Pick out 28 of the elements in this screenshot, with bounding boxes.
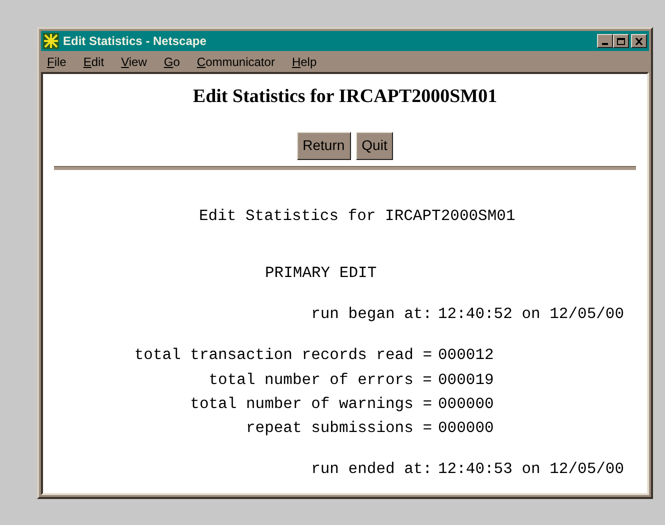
close-icon xyxy=(635,38,643,44)
maximize-button[interactable] xyxy=(613,34,629,48)
stat-label: total number of warnings = xyxy=(189,394,432,415)
section-title: PRIMARY EDIT xyxy=(265,262,377,284)
page-button[interactable]: Return xyxy=(296,132,351,160)
menu-item[interactable]: Go xyxy=(164,52,180,70)
close-button[interactable] xyxy=(631,34,647,48)
stat-label: total number of errors = xyxy=(208,370,432,390)
stat-label: run began at: xyxy=(310,304,432,325)
menu-item[interactable]: Help xyxy=(292,52,317,70)
stat-value: 000000 xyxy=(438,418,494,439)
menu-item[interactable]: View xyxy=(121,52,147,70)
menu-item[interactable]: File xyxy=(47,52,66,70)
stat-value: 12:40:53 on 12/05/00 xyxy=(438,459,624,480)
window-title: Edit Statistics - Netscape xyxy=(63,33,206,50)
page-button[interactable]: Quit xyxy=(356,132,394,160)
stat-label: total transaction records read = xyxy=(133,345,432,366)
stat-label: repeat submissions = xyxy=(244,418,432,439)
stat-value: 000012 xyxy=(438,345,494,366)
stat-value: 000000 xyxy=(438,394,494,415)
menu-item[interactable]: Communicator xyxy=(196,52,275,70)
menu-item[interactable]: Edit xyxy=(83,52,104,70)
minimize-button[interactable] xyxy=(597,34,613,48)
stat-label: run ended at: xyxy=(310,459,432,480)
report-heading: Edit Statistics for IRCAPT2000SM01 xyxy=(199,206,516,226)
stat-value: 000019 xyxy=(438,370,494,390)
stat-value: 12:40:52 on 12/05/00 xyxy=(438,304,624,325)
page-heading: Edit Statistics for IRCAPT2000SM01 xyxy=(192,85,498,109)
